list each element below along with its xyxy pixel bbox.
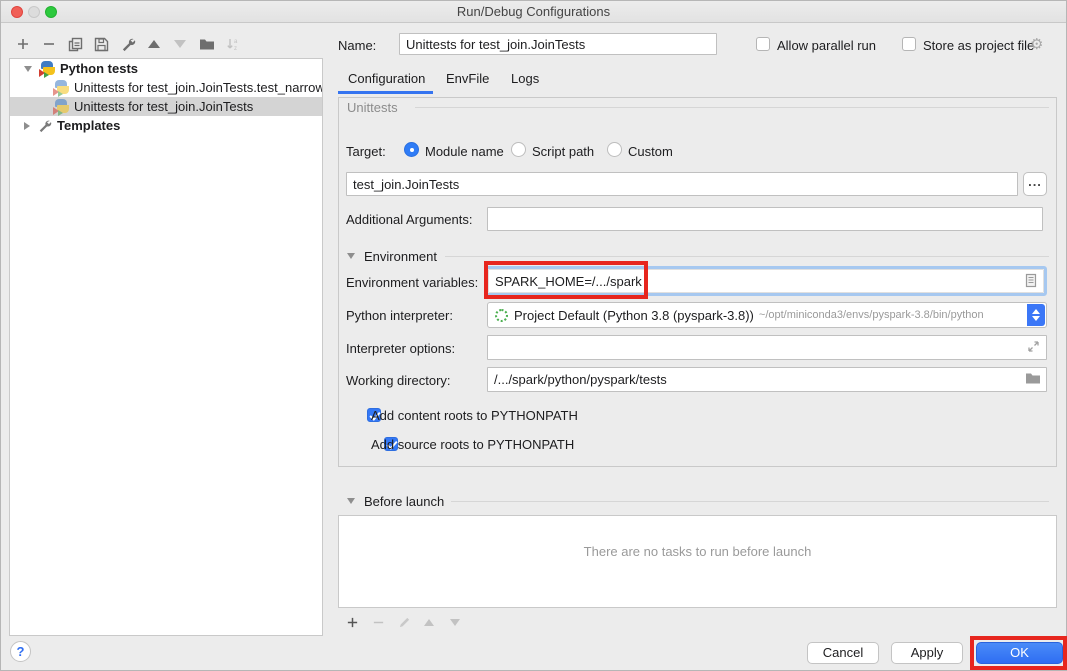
tree-collapse-icon[interactable] <box>24 122 30 130</box>
target-module-name-label: Module name <box>425 144 504 159</box>
before-launch-empty-text: There are no tasks to run before launch <box>339 544 1056 559</box>
browse-target-button[interactable]: ... <box>1023 172 1047 196</box>
tree-item-label: Templates <box>57 118 120 133</box>
target-input[interactable] <box>346 172 1018 196</box>
new-folder-icon[interactable] <box>197 34 217 54</box>
section-divider <box>445 256 1049 257</box>
window-title: Run/Debug Configurations <box>1 4 1066 19</box>
python-test-config-icon <box>54 80 69 95</box>
working-directory-input[interactable] <box>487 367 1047 392</box>
group-divider <box>415 107 1049 108</box>
section-divider <box>451 501 1049 502</box>
edit-task-icon <box>394 613 414 631</box>
active-tab-underline <box>338 91 433 94</box>
edit-environment-variables-icon[interactable] <box>1024 273 1038 288</box>
target-script-path-label: Script path <box>532 144 594 159</box>
python-test-config-icon <box>54 99 69 114</box>
before-launch-task-list: There are no tasks to run before launch <box>338 515 1057 608</box>
store-as-project-file-checkbox[interactable] <box>902 37 916 51</box>
name-input[interactable] <box>399 33 717 55</box>
conda-environment-icon <box>495 309 508 322</box>
add-content-roots-label: Add content roots to PYTHONPATH <box>371 408 578 423</box>
additional-arguments-input[interactable] <box>487 207 1043 231</box>
copy-configuration-icon[interactable] <box>65 34 85 54</box>
svg-text:z: z <box>234 46 237 52</box>
additional-arguments-label: Additional Arguments: <box>346 212 472 227</box>
tree-item-unittests-jointests[interactable]: Unittests for test_join.JoinTests <box>10 97 322 116</box>
tab-configuration[interactable]: Configuration <box>348 71 425 86</box>
browse-folder-icon[interactable] <box>1025 371 1041 385</box>
save-configuration-icon[interactable] <box>91 34 111 54</box>
ok-button[interactable]: OK <box>976 642 1063 664</box>
target-label: Target: <box>346 144 386 159</box>
python-interpreter-value: Project Default (Python 3.8 (pyspark-3.8… <box>514 308 754 323</box>
help-button[interactable]: ? <box>10 641 31 662</box>
tab-envfile[interactable]: EnvFile <box>446 71 489 86</box>
move-task-down-icon <box>445 613 465 631</box>
target-custom-label: Custom <box>628 144 673 159</box>
configurations-tree: Python tests Unittests for test_join.Joi… <box>9 58 323 636</box>
svg-text:a: a <box>234 39 238 45</box>
environment-section-label: Environment <box>364 249 437 264</box>
unittests-group-title: Unittests <box>347 100 398 115</box>
cancel-button[interactable]: Cancel <box>807 642 879 664</box>
environment-collapse-icon[interactable] <box>347 253 355 259</box>
apply-button-label: Apply <box>911 645 944 660</box>
tree-item-templates[interactable]: Templates <box>10 116 322 135</box>
environment-variables-input[interactable] <box>488 269 1044 293</box>
before-launch-section-label: Before launch <box>364 494 444 509</box>
add-task-icon[interactable] <box>342 613 362 631</box>
expand-field-icon[interactable] <box>1027 340 1040 353</box>
tree-item-label: Python tests <box>60 61 138 76</box>
tab-logs[interactable]: Logs <box>511 71 539 86</box>
templates-wrench-icon <box>38 119 52 133</box>
interpreter-options-label: Interpreter options: <box>346 341 455 356</box>
move-task-up-icon <box>419 613 439 631</box>
tree-expand-icon[interactable] <box>24 66 32 72</box>
gear-icon[interactable]: ⚙ <box>1030 35 1043 53</box>
tree-item-label: Unittests for test_join.JoinTests <box>74 99 253 114</box>
target-script-path-radio[interactable] <box>511 142 526 157</box>
python-tests-icon <box>40 61 55 76</box>
cancel-button-label: Cancel <box>823 645 863 660</box>
allow-parallel-run-label: Allow parallel run <box>777 38 876 53</box>
target-custom-radio[interactable] <box>607 142 622 157</box>
sort-alphabetically-icon: az <box>223 34 243 54</box>
ellipsis-icon: ... <box>1028 174 1042 189</box>
remove-task-icon <box>368 613 388 631</box>
tree-item-python-tests[interactable]: Python tests <box>10 59 322 78</box>
tree-item-label: Unittests for test_join.JoinTests.test_n… <box>74 80 323 95</box>
question-mark-icon: ? <box>17 644 25 659</box>
combobox-arrows-icon[interactable] <box>1027 304 1045 326</box>
move-up-icon[interactable] <box>144 34 164 54</box>
environment-variables-field[interactable] <box>485 266 1047 296</box>
title-bar: Run/Debug Configurations <box>1 1 1066 23</box>
remove-configuration-icon[interactable] <box>39 34 59 54</box>
python-interpreter-label: Python interpreter: <box>346 308 453 323</box>
working-directory-label: Working directory: <box>346 373 451 388</box>
interpreter-options-input[interactable] <box>487 335 1047 360</box>
python-interpreter-path: ~/opt/miniconda3/envs/pyspark-3.8/bin/py… <box>759 309 984 321</box>
add-source-roots-label: Add source roots to PYTHONPATH <box>371 437 574 452</box>
ok-button-label: OK <box>1010 645 1029 660</box>
before-launch-collapse-icon[interactable] <box>347 498 355 504</box>
move-down-icon <box>170 34 190 54</box>
environment-variables-label: Environment variables: <box>346 275 478 290</box>
name-label: Name: <box>338 38 376 53</box>
python-interpreter-select[interactable]: Project Default (Python 3.8 (pyspark-3.8… <box>487 302 1047 328</box>
add-configuration-icon[interactable] <box>13 34 33 54</box>
edit-templates-icon[interactable] <box>118 34 138 54</box>
apply-button[interactable]: Apply <box>891 642 963 664</box>
target-module-name-radio[interactable] <box>404 142 419 157</box>
allow-parallel-run-checkbox[interactable] <box>756 37 770 51</box>
store-as-project-file-label: Store as project file <box>923 38 1034 53</box>
tree-item-unittests-test-narrow[interactable]: Unittests for test_join.JoinTests.test_n… <box>10 78 322 97</box>
